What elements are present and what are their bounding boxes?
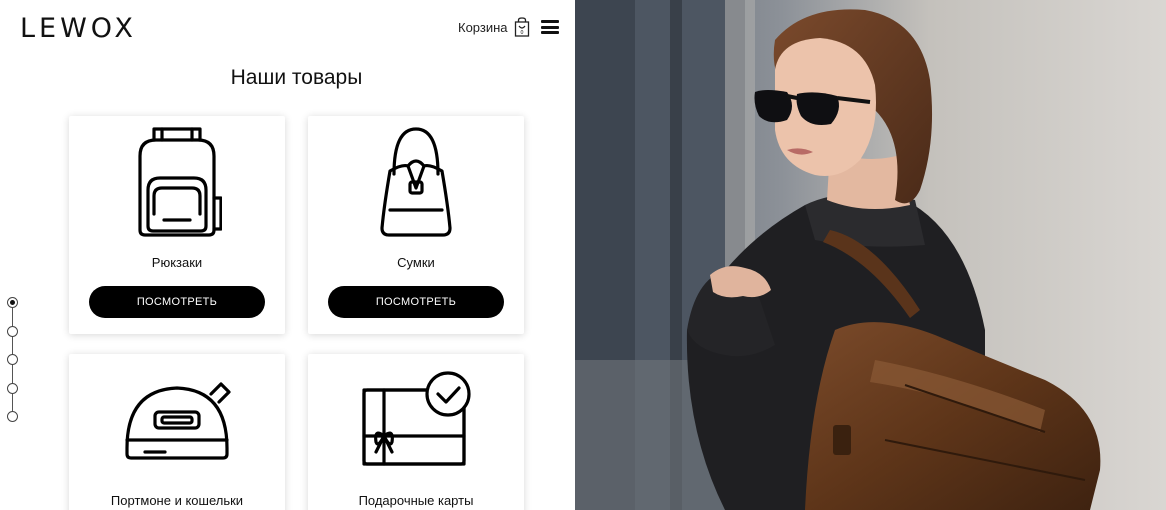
- page-title: Наши товары: [230, 66, 363, 89]
- hamburger-menu-icon[interactable]: [541, 20, 559, 34]
- card-title: Подарочные карты: [358, 493, 474, 508]
- handbag-icon: [380, 127, 452, 237]
- pager-dot[interactable]: [7, 382, 18, 394]
- cart-link[interactable]: Корзина 0: [458, 17, 530, 37]
- view-backpacks-button[interactable]: ПОСМОТРЕТЬ: [89, 286, 265, 318]
- pager-dot[interactable]: [7, 354, 18, 365]
- shopping-bag-icon: 0: [514, 17, 529, 37]
- pager-dot[interactable]: [7, 411, 18, 422]
- wallet-icon: [125, 382, 231, 460]
- svg-text:0: 0: [520, 30, 523, 36]
- pager-dot[interactable]: [7, 297, 18, 308]
- category-card-wallets[interactable]: Портмоне и кошельки: [69, 354, 285, 510]
- view-bags-button[interactable]: ПОСМОТРЕТЬ: [328, 286, 504, 318]
- category-card-backpacks[interactable]: Рюкзаки ПОСМОТРЕТЬ: [69, 116, 285, 334]
- pager-dot[interactable]: [7, 325, 18, 337]
- category-card-bags[interactable]: Сумки ПОСМОТРЕТЬ: [308, 116, 524, 334]
- backpack-icon: [138, 127, 222, 237]
- hero-image: [575, 0, 1166, 510]
- section-pager: [7, 297, 19, 423]
- cart-label: Корзина: [458, 19, 508, 35]
- card-title: Рюкзаки: [151, 255, 203, 270]
- card-title: Портмоне и кошельки: [110, 493, 244, 508]
- woman-with-backpack-photo: [575, 0, 1166, 510]
- left-panel: LEWOX Корзина 0 Наши товары Рюкзаки ПОСМ…: [0, 0, 575, 510]
- logo[interactable]: LEWOX: [20, 13, 137, 44]
- gift-card-icon: [362, 371, 471, 466]
- category-card-gift-cards[interactable]: Подарочные карты: [308, 354, 524, 510]
- card-title: Сумки: [397, 255, 435, 270]
